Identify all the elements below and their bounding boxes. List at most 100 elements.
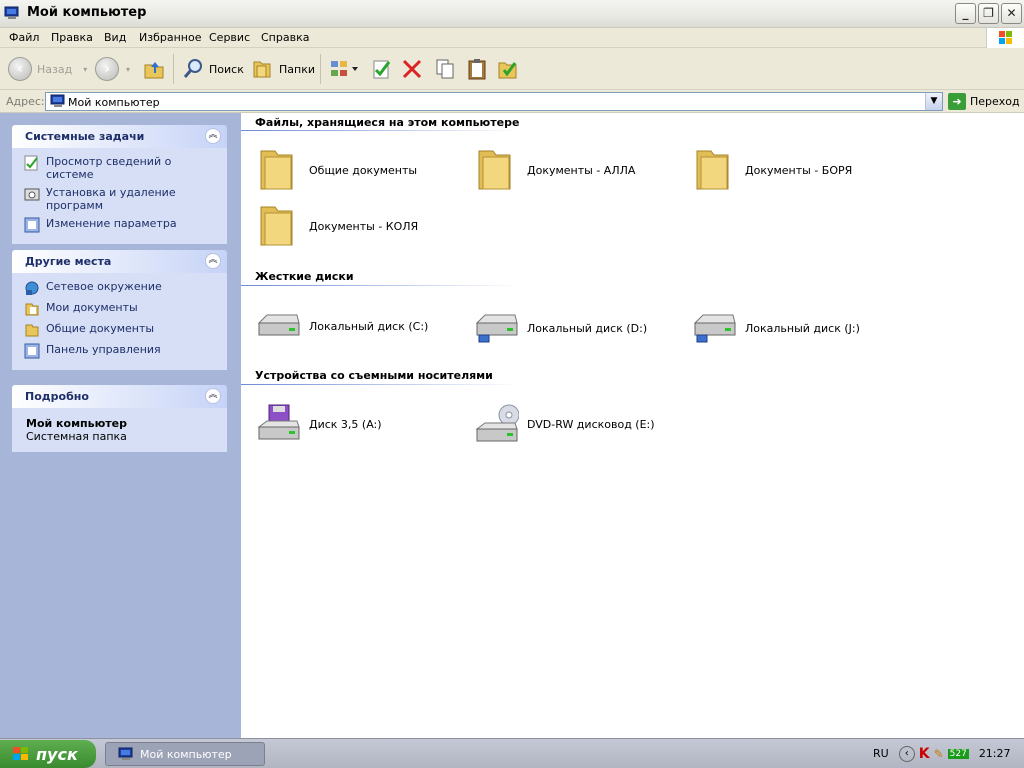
paste-button[interactable] xyxy=(466,53,488,85)
address-value: Мой компьютер xyxy=(68,96,160,109)
folder-options-button[interactable] xyxy=(497,53,519,85)
address-input[interactable]: Мой компьютер ▼ xyxy=(45,92,943,111)
item-label: Документы - АЛЛА xyxy=(527,163,636,177)
delete-button[interactable] xyxy=(401,53,423,85)
item-label: Документы - БОРЯ xyxy=(745,163,853,177)
details-name: Мой компьютер xyxy=(26,417,128,430)
close-button[interactable]: ✕ xyxy=(1001,3,1022,24)
back-label: Назад xyxy=(37,62,73,76)
task-add-remove-programs[interactable]: Установка и удаление программ xyxy=(24,186,217,212)
collapse-icon[interactable]: ︽ xyxy=(205,253,221,269)
taskbar: пуск Мой компьютер RU ‹ K ✎ 527 21:27 xyxy=(0,738,1024,768)
back-dropdown-icon[interactable]: ▾ xyxy=(83,65,87,74)
content-area: Файлы, хранящиеся на этом компьютере Общ… xyxy=(241,113,1024,738)
control-panel-icon xyxy=(24,217,40,233)
collapse-icon[interactable]: ︽ xyxy=(205,128,221,144)
item-label: Локальный диск (J:) xyxy=(745,321,860,335)
menu-tools[interactable]: Сервис xyxy=(209,31,250,44)
properties-button[interactable] xyxy=(371,53,393,85)
task-label: Изменение параметра xyxy=(46,217,177,230)
my-computer-icon xyxy=(118,747,133,760)
views-icon xyxy=(331,61,358,76)
dvd-item[interactable]: DVD-RW дисковод (E:) xyxy=(475,403,655,445)
views-button[interactable] xyxy=(329,53,359,85)
forward-button[interactable]: › ▾ xyxy=(95,53,130,85)
details-header[interactable]: Подробно ︽ xyxy=(12,385,227,408)
group-title-removable: Устройства со съемными носителями xyxy=(255,369,493,382)
details-type: Системная папка xyxy=(26,430,127,443)
up-folder-button[interactable] xyxy=(143,53,165,85)
collapse-icon[interactable]: ︽ xyxy=(205,388,221,404)
floppy-item[interactable]: Диск 3,5 (A:) xyxy=(257,403,382,445)
toolbar-separator xyxy=(320,54,321,84)
folder-item[interactable]: Документы - АЛЛА xyxy=(475,147,635,193)
folders-icon xyxy=(253,61,271,78)
place-label: Мои документы xyxy=(46,301,138,314)
item-label: Документы - КОЛЯ xyxy=(309,219,419,233)
system-tasks-title: Системные задачи xyxy=(25,130,145,143)
system-tasks-header[interactable]: Системные задачи ︽ xyxy=(12,125,227,148)
menu-file[interactable]: Файл xyxy=(9,31,39,44)
search-icon xyxy=(183,59,202,78)
group-divider xyxy=(241,130,521,131)
place-my-documents[interactable]: Мои документы xyxy=(24,301,217,317)
go-arrow-icon: ➜ xyxy=(948,93,966,110)
control-panel-icon xyxy=(24,343,40,359)
item-label: Диск 3,5 (A:) xyxy=(309,417,382,431)
restore-button[interactable]: ❐ xyxy=(978,3,999,24)
antivirus-icon[interactable]: K xyxy=(919,746,930,762)
item-label: Локальный диск (D:) xyxy=(527,321,648,335)
place-network[interactable]: Сетевое окружение xyxy=(24,280,217,296)
address-dropdown-icon[interactable]: ▼ xyxy=(925,93,942,110)
group-divider xyxy=(241,384,521,385)
tray-expand-icon[interactable]: ‹ xyxy=(898,745,915,762)
go-button[interactable]: ➜ Переход xyxy=(948,92,1020,111)
my-computer-icon xyxy=(4,6,19,19)
add-remove-programs-icon xyxy=(24,188,40,201)
disk-item[interactable]: Локальный диск (J:) xyxy=(693,309,860,347)
other-places-header[interactable]: Другие места ︽ xyxy=(12,250,227,273)
folder-item[interactable]: Общие документы xyxy=(257,147,417,193)
pencil-icon[interactable]: ✎ xyxy=(934,747,944,761)
task-label: Просмотр сведений о системе xyxy=(46,155,172,181)
menu-edit[interactable]: Правка xyxy=(51,31,93,44)
forward-dropdown-icon[interactable]: ▾ xyxy=(126,65,130,74)
folder-item[interactable]: Документы - БОРЯ xyxy=(693,147,852,193)
my-computer-icon xyxy=(50,94,65,107)
windows-logo-icon xyxy=(13,747,28,760)
toolbar: ‹ Назад ▾ › ▾ Поиск Папки xyxy=(0,48,1024,90)
start-button[interactable]: пуск xyxy=(0,740,96,768)
system-info-icon xyxy=(24,155,38,171)
place-control-panel[interactable]: Панель управления xyxy=(24,343,217,359)
tray-counter[interactable]: 527 xyxy=(947,748,969,759)
minimize-button[interactable]: _ xyxy=(955,3,976,24)
folder-icon xyxy=(696,150,729,190)
task-view-system-info[interactable]: Просмотр сведений о системе xyxy=(24,155,217,181)
language-indicator[interactable]: RU xyxy=(873,747,889,760)
place-label: Общие документы xyxy=(46,322,155,335)
clipboard-icon xyxy=(468,59,486,80)
menu-help[interactable]: Справка xyxy=(261,31,309,44)
title-bar: Мой компьютер _ ❐ ✕ xyxy=(0,0,1024,28)
forward-arrow-icon: › xyxy=(95,57,119,81)
folder-icon xyxy=(478,150,511,190)
back-button[interactable]: ‹ Назад ▾ xyxy=(8,53,87,85)
menu-favorites[interactable]: Избранное xyxy=(139,31,201,44)
menu-view[interactable]: Вид xyxy=(104,31,126,44)
search-button[interactable]: Поиск xyxy=(182,53,244,85)
group-divider xyxy=(241,285,521,286)
place-shared-documents[interactable]: Общие документы xyxy=(24,322,217,338)
taskbar-window-button[interactable]: Мой компьютер xyxy=(105,742,265,766)
copy-button[interactable] xyxy=(434,53,456,85)
disk-item[interactable]: Локальный диск (D:) xyxy=(475,309,647,347)
dvd-drive-icon xyxy=(475,404,519,442)
taskbar-window-label: Мой компьютер xyxy=(140,747,232,761)
folders-button[interactable]: Папки xyxy=(252,53,315,85)
other-places-panel: Другие места ︽ Сетевое окружение Мои док… xyxy=(12,250,227,370)
disk-item[interactable]: Локальный диск (C:) xyxy=(257,309,428,343)
folder-item[interactable]: Документы - КОЛЯ xyxy=(257,203,418,249)
task-pane: Системные задачи ︽ Просмотр сведений о с… xyxy=(0,113,241,738)
task-change-setting[interactable]: Изменение параметра xyxy=(24,217,217,233)
details-title: Подробно xyxy=(25,390,89,403)
folder-check-icon xyxy=(498,62,517,79)
